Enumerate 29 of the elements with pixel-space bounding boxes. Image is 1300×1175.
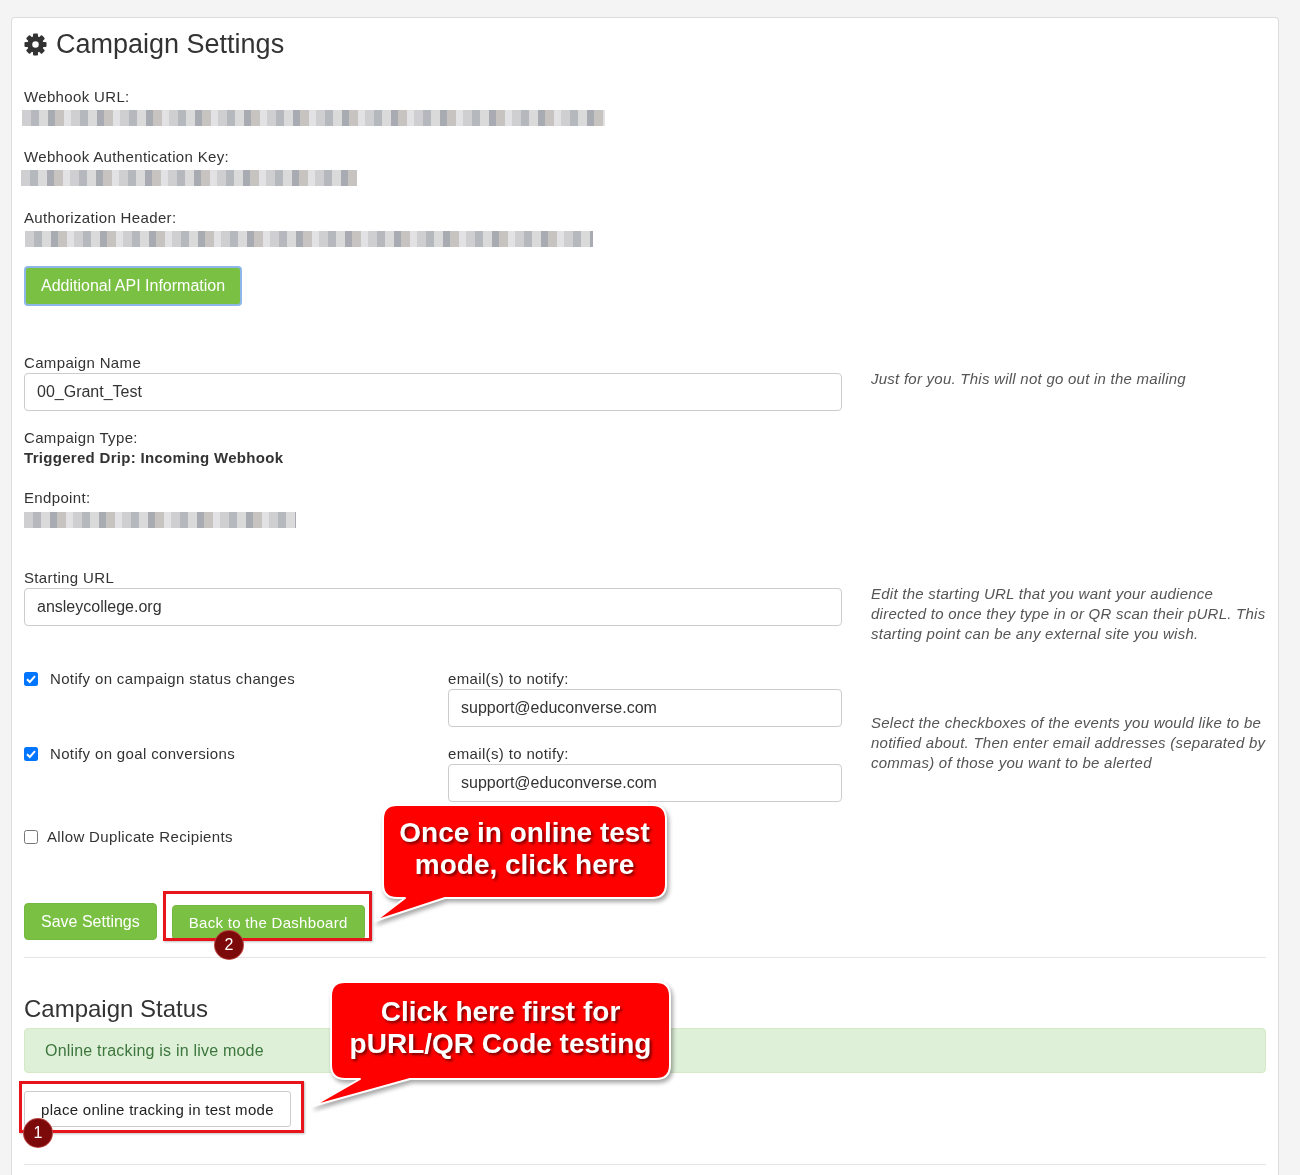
page-title: Campaign Settings bbox=[56, 28, 285, 60]
field-label: Starting URL bbox=[24, 568, 115, 588]
email-field[interactable]: support@educonverse.com bbox=[448, 689, 842, 727]
field-label: Authorization Header: bbox=[24, 208, 177, 228]
test-mode-button[interactable]: place online tracking in test mode bbox=[24, 1091, 291, 1127]
gear-icon bbox=[24, 32, 47, 56]
checkbox[interactable] bbox=[24, 747, 38, 761]
step-badge: 1 bbox=[24, 1119, 52, 1147]
field-label: email(s) to notify: bbox=[448, 669, 569, 689]
campaign-name-field[interactable]: 00_Grant_Test bbox=[24, 373, 842, 411]
checkbox-label: Notify on campaign status changes bbox=[50, 669, 296, 689]
section-title: Campaign Status bbox=[24, 994, 209, 1024]
field-label: Webhook URL: bbox=[24, 87, 130, 107]
starting-url-field[interactable]: ansleycollege.org bbox=[24, 588, 842, 626]
help-text: Just for you. This will not go out in the mailing bbox=[871, 369, 1187, 389]
field-label: Campaign Name bbox=[24, 353, 142, 373]
checkbox-label: Notify on goal conversions bbox=[50, 744, 236, 764]
email-field[interactable]: support@educonverse.com bbox=[448, 764, 842, 802]
campaign-type-value: Triggered Drip: Incoming Webhook bbox=[24, 448, 284, 468]
field-label: email(s) to notify: bbox=[448, 744, 569, 764]
field-label: Webhook Authentication Key: bbox=[24, 147, 230, 167]
help-text: Edit the starting URL that you want your audience directed to once they type in or QR scan their pURL. This starting point can be any external site you wish. bbox=[871, 584, 1266, 644]
checkbox[interactable] bbox=[24, 830, 38, 844]
checkbox[interactable] bbox=[24, 672, 38, 686]
step-badge: 2 bbox=[215, 931, 243, 959]
field-label: Endpoint: bbox=[24, 488, 91, 508]
checkbox-label: Allow Duplicate Recipients bbox=[47, 827, 233, 847]
field-label: Campaign Type: bbox=[24, 428, 138, 448]
help-text: Select the checkboxes of the events you would like to be notified about. Then enter email addresses (separated by commas) of those you want to be alerted bbox=[871, 713, 1266, 773]
